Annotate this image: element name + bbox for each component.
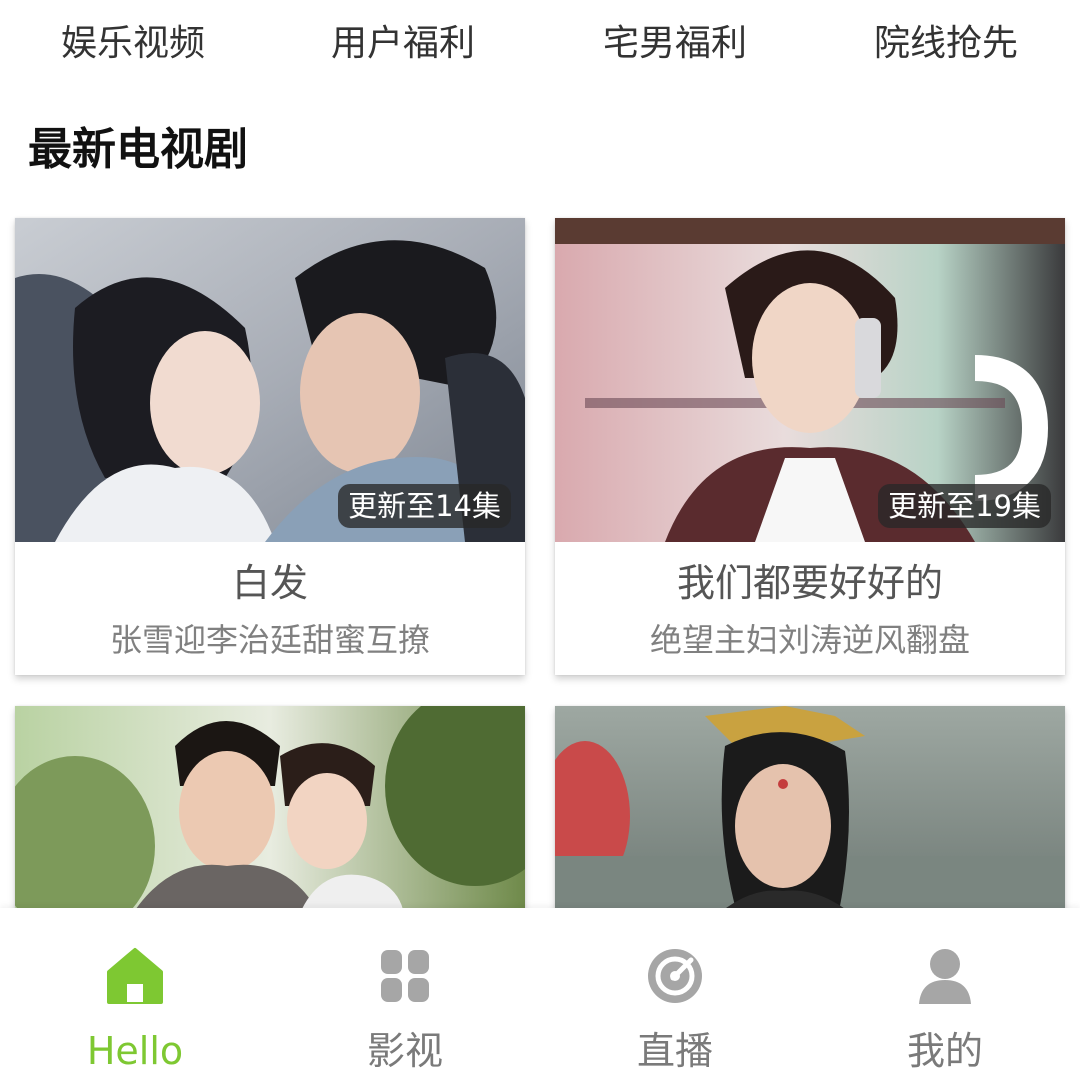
episode-badge: 更新至14集 — [338, 484, 511, 528]
drama-title: 白发 — [231, 561, 308, 605]
user-icon — [915, 946, 975, 1006]
grid-icon — [375, 946, 435, 1006]
nav-item-home[interactable]: Hello — [35, 908, 235, 1080]
category-link-user-benefits[interactable]: 用户福利 — [303, 18, 503, 70]
nav-label-home: Hello — [86, 1029, 184, 1073]
episode-badge: 更新至19集 — [878, 484, 1051, 528]
drama-poster: 更新至19集 — [555, 218, 1065, 542]
drama-poster — [555, 706, 1065, 926]
section-title: 最新电视剧 — [28, 124, 248, 175]
drama-title: 我们都要好好的 — [676, 561, 943, 605]
bottom-nav: Hello 影视 直播 我的 — [0, 908, 1080, 1080]
drama-subtitle: 绝望主妇刘涛逆风翻盘 — [649, 621, 970, 659]
nav-label-mine: 我的 — [906, 1029, 983, 1073]
nav-item-videos[interactable]: 影视 — [305, 908, 505, 1080]
drama-card[interactable]: 更新至19集 我们都要好好的 绝望主妇刘涛逆风翻盘 — [555, 218, 1065, 675]
drama-card[interactable] — [15, 706, 525, 926]
nav-label-live: 直播 — [636, 1029, 713, 1073]
nav-label-videos: 影视 — [366, 1029, 443, 1073]
nav-item-live[interactable]: 直播 — [575, 908, 775, 1080]
drama-poster — [15, 706, 525, 926]
drama-poster: 更新至14集 — [15, 218, 525, 542]
drama-card[interactable]: 更新至14集 白发 张雪迎李治廷甜蜜互撩 — [15, 218, 525, 675]
category-link-entertainment-video[interactable]: 娱乐视频 — [33, 18, 233, 70]
nav-item-mine[interactable]: 我的 — [845, 908, 1045, 1080]
category-link-cinema-preview[interactable]: 院线抢先 — [846, 18, 1046, 70]
home-icon — [105, 946, 165, 1006]
drama-card[interactable] — [555, 706, 1065, 926]
category-links: 娱乐视频 用户福利 宅男福利 院线抢先 — [0, 0, 1080, 90]
drama-subtitle: 张雪迎李治廷甜蜜互撩 — [109, 621, 430, 659]
category-link-otaku-benefits[interactable]: 宅男福利 — [575, 18, 775, 70]
live-target-icon — [645, 946, 705, 1006]
